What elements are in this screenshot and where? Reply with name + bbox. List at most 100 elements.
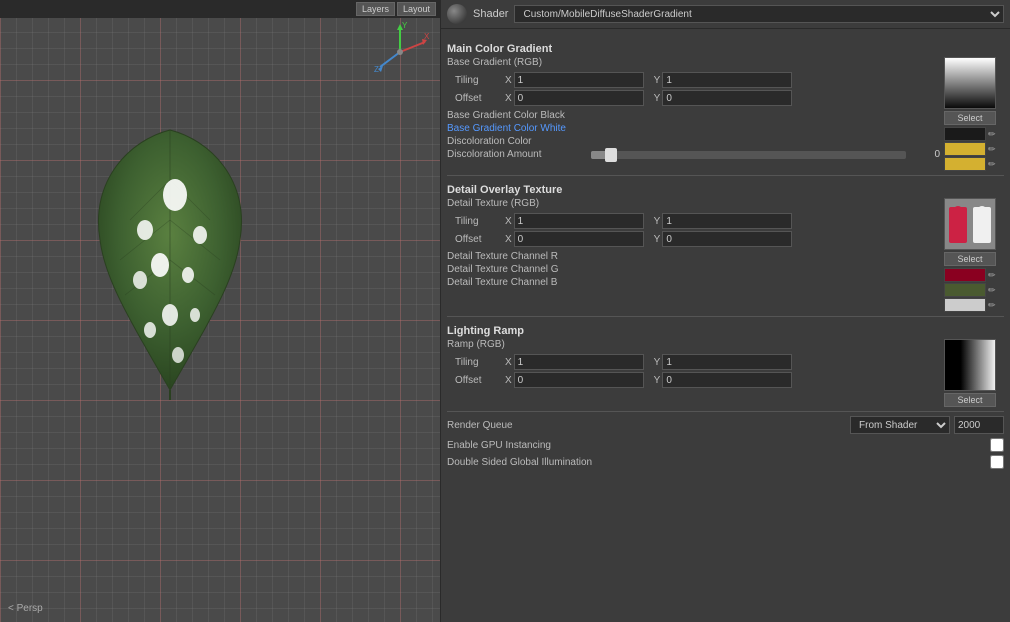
detail-channel-b-row: Detail Texture Channel B [447,277,940,288]
channel-b-edit-icon[interactable]: ✏ [988,300,996,311]
white-swatch-row: ✏ [944,142,1004,156]
main-tiling-y-input[interactable] [662,72,792,88]
render-queue-row: Render Queue From Shader [447,416,1004,434]
ramp-offset-x-axis: X [505,375,512,386]
ramp-offset-label: Offset [455,375,505,386]
main-color-swatches: ✏ ✏ ✏ [944,127,1004,171]
main-tiling-x-label: X [505,75,512,86]
main-color-gradient-section: Main Color Gradient Base Gradient (RGB) … [447,43,1004,171]
main-color-gradient-title: Main Color Gradient [447,43,1004,55]
discoloration-slider-thumb[interactable] [605,148,617,162]
channel-r-edit-icon[interactable]: ✏ [988,270,996,281]
viewport-panel: Layers Layout Y X Z [0,0,440,622]
render-queue-value-input[interactable] [954,416,1004,434]
double-sided-checkbox[interactable] [990,455,1004,469]
main-offset-row: Offset X Y [447,90,940,106]
detail-tiling-y-input[interactable] [662,213,792,229]
shader-select[interactable]: Custom/MobileDiffuseShaderGradient [514,5,1004,23]
detail-overlay-fields: Detail Texture (RGB) Tiling X Y [447,198,940,312]
detail-offset-label: Offset [455,234,505,245]
discoloration-color-label: Discoloration Color [447,136,531,147]
detail-channel-r-label: Detail Texture Channel R [447,251,558,262]
gizmo-svg: Y X Z [370,22,430,82]
main-gradient-content: Base Gradient (RGB) Tiling X Y [447,57,1004,171]
gradient-thumb-area: Select ✏ ✏ [944,57,1004,171]
ramp-tiling-y-axis: Y [654,357,661,368]
base-gradient-black-row: Base Gradient Color Black [447,110,940,121]
detail-tiling-label: Tiling [455,216,505,227]
svg-text:Y: Y [402,22,408,30]
gradient-preview [945,58,996,109]
gold-swatch[interactable] [944,157,986,171]
black-swatch-edit-icon[interactable]: ✏ [988,129,996,140]
detail-thumbnail [944,198,996,250]
main-tiling-x-input[interactable] [514,72,644,88]
black-swatch[interactable] [944,127,986,141]
ramp-offset-y-input[interactable] [662,372,792,388]
detail-tiling-x-input[interactable] [514,213,644,229]
ramp-tiling-y-input[interactable] [662,354,792,370]
lighting-ramp-title: Lighting Ramp [447,325,1004,337]
yellow-swatch-edit-icon[interactable]: ✏ [988,144,996,155]
channel-g-edit-icon[interactable]: ✏ [988,285,996,296]
discoloration-amount-label: Discoloration Amount [447,149,587,160]
inspector-body: Main Color Gradient Base Gradient (RGB) … [441,29,1010,478]
main-tiling-label: Tiling [455,75,505,86]
detail-overlay-content: Detail Texture (RGB) Tiling X Y [447,198,1004,312]
discoloration-color-row: Discoloration Color [447,136,940,147]
divider-3 [447,411,1004,412]
discoloration-value: 0 [910,149,940,160]
render-queue-select[interactable]: From Shader [850,416,950,434]
gpu-instancing-row: Enable GPU Instancing [447,438,1004,452]
ramp-tiling-x-input[interactable] [514,354,644,370]
ramp-offset-y-axis: Y [654,375,661,386]
channel-g-swatch[interactable] [944,283,986,297]
base-gradient-white-link[interactable]: Base Gradient Color White [447,123,566,134]
axis-gizmo: Y X Z [370,22,430,82]
channel-b-swatch[interactable] [944,298,986,312]
svg-text:X: X [424,32,430,41]
render-queue-label: Render Queue [447,420,850,431]
divider-2 [447,316,1004,317]
ramp-select-button[interactable]: Select [944,393,996,407]
divider-1 [447,175,1004,176]
gpu-instancing-checkbox[interactable] [990,438,1004,452]
gpu-instancing-label: Enable GPU Instancing [447,440,990,451]
discoloration-amount-row: Discoloration Amount 0 [447,149,940,160]
discoloration-slider-track[interactable] [591,151,906,159]
detail-texture-rgb-label: Detail Texture (RGB) [447,198,940,209]
detail-thumb-svg [945,199,996,250]
viewport-toolbar: Layers Layout [0,0,440,18]
detail-offset-y-input[interactable] [662,231,792,247]
double-sided-label: Double Sided Global Illumination [447,457,990,468]
layout-button[interactable]: Layout [397,2,436,16]
channel-b-swatch-row: ✏ [944,298,1004,312]
ramp-preview [945,340,996,391]
detail-channel-r-row: Detail Texture Channel R [447,251,940,262]
svg-text:Z: Z [374,65,379,74]
detail-thumb-area: Select ✏ ✏ [944,198,1004,312]
gradient-select-button[interactable]: Select [944,111,996,125]
channel-g-swatch-row: ✏ [944,283,1004,297]
gold-swatch-edit-icon[interactable]: ✏ [988,159,996,170]
lighting-ramp-fields: Ramp (RGB) Tiling X Y [447,339,940,407]
ramp-offset-x-input[interactable] [514,372,644,388]
detail-offset-x-input[interactable] [514,231,644,247]
detail-channel-g-row: Detail Texture Channel G [447,264,940,275]
ramp-tiling-row: Tiling X Y [447,354,940,370]
layers-button[interactable]: Layers [356,2,395,16]
detail-select-button[interactable]: Select [944,252,996,266]
shader-header: Shader Custom/MobileDiffuseShaderGradien… [441,0,1010,29]
yellow-swatch[interactable] [944,142,986,156]
main-offset-label: Offset [455,93,505,104]
channel-r-swatch[interactable] [944,268,986,282]
detail-offset-x-axis: X [505,234,512,245]
double-sided-row: Double Sided Global Illumination [447,455,1004,469]
base-gradient-rgb-label: Base Gradient (RGB) [447,57,940,68]
main-offset-x-input[interactable] [514,90,644,106]
ramp-rgb-label: Ramp (RGB) [447,339,940,350]
inspector-scroll[interactable]: Shader Custom/MobileDiffuseShaderGradien… [441,0,1010,622]
main-offset-y-input[interactable] [662,90,792,106]
lighting-ramp-content: Ramp (RGB) Tiling X Y [447,339,1004,407]
ramp-tiling-label: Tiling [455,357,505,368]
